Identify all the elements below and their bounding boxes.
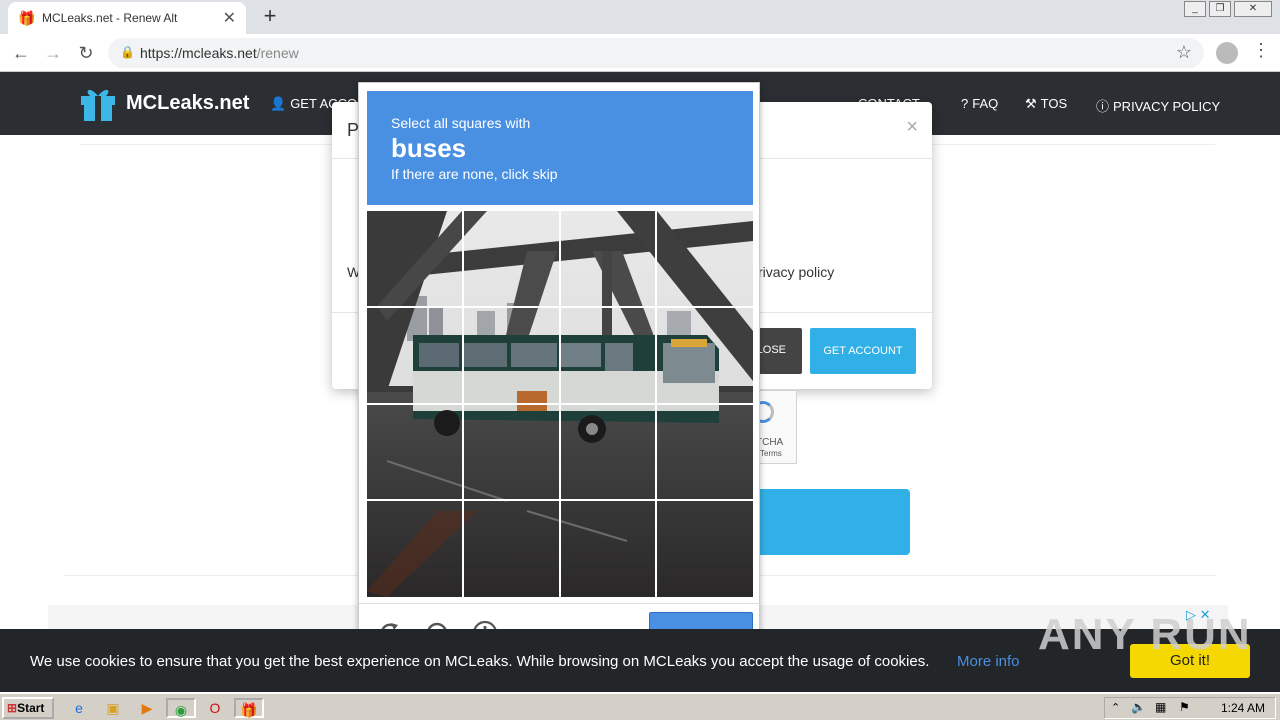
close-tab-icon[interactable]: ✕ — [223, 8, 236, 28]
info-icon: ⓘ — [1096, 99, 1110, 114]
bus-on-bridge-image — [367, 211, 753, 597]
back-icon[interactable]: ← — [10, 42, 32, 64]
folder-icon[interactable]: ▣ — [102, 698, 124, 718]
clock[interactable]: 1:24 AM — [1221, 701, 1265, 715]
gift-icon: 🎁 — [18, 10, 36, 26]
anyrun-watermark: ANY RUN — [1038, 610, 1252, 659]
url-text: https://mcleaks.net/renew — [140, 45, 299, 61]
start-button[interactable]: ⊞Start — [2, 697, 54, 719]
get-account-button[interactable]: GET ACCOUNT — [810, 328, 916, 374]
media-player-icon[interactable]: ▶ — [136, 698, 158, 718]
browser-menu-icon[interactable]: ⋮ — [1252, 40, 1270, 61]
flag-icon[interactable]: ⚑ — [1179, 700, 1190, 714]
challenge-image-grid — [367, 211, 753, 597]
recaptcha-label: TCHA — [756, 437, 784, 448]
gift-logo-icon — [81, 89, 115, 121]
windows-flag-icon: ⊞ — [7, 701, 18, 715]
gavel-icon: ⚒ — [1025, 96, 1037, 111]
modal-close-icon[interactable]: × — [906, 116, 918, 139]
tab-title: MCLeaks.net - Renew Alt — [42, 11, 178, 25]
recaptcha-challenge: Select all squares with buses If there a… — [358, 82, 761, 664]
ad-choices-icon[interactable]: ▷ ✕ — [1186, 607, 1211, 623]
user-plus-icon: 👤 — [270, 96, 287, 111]
question-icon: ? — [961, 96, 969, 111]
forward-icon[interactable]: → — [42, 42, 64, 64]
challenge-hint: If there are none, click skip — [391, 166, 558, 182]
profile-avatar[interactable] — [1216, 42, 1238, 64]
ie-icon[interactable]: e — [68, 698, 90, 718]
close-window-button[interactable]: ✕ — [1234, 1, 1272, 17]
system-tray: ⌃ 🔈 ▦ ⚑ 1:24 AM — [1104, 697, 1276, 719]
windows-taskbar: ⊞Start e ▣ ▶ ◉ O 🎁 ⌃ 🔈 ▦ ⚑ 1:24 AM — [0, 692, 1280, 720]
site-logo-text[interactable]: MCLeaks.net — [126, 92, 249, 115]
minimize-button[interactable]: _ — [1184, 1, 1206, 17]
challenge-header: Select all squares with buses If there a… — [367, 91, 753, 205]
opera-icon[interactable]: O — [204, 698, 226, 718]
challenge-target: buses — [391, 133, 467, 163]
tray-expand-icon[interactable]: ⌃ — [1111, 701, 1120, 714]
network-icon[interactable]: ▦ — [1155, 700, 1166, 714]
renew-button[interactable] — [740, 489, 910, 555]
nav-tos[interactable]: ⚒ TOS — [1025, 96, 1067, 112]
recaptcha-terms-link[interactable]: Terms — [760, 449, 782, 458]
more-info-link[interactable]: More info — [957, 653, 1020, 670]
bookmark-star-icon[interactable]: ☆ — [1176, 42, 1192, 63]
restore-button[interactable]: ❐ — [1209, 1, 1231, 17]
address-bar[interactable]: 🔒 https://mcleaks.net/renew ☆ — [108, 38, 1204, 68]
privacy-policy-text: rivacy policy — [758, 264, 835, 280]
volume-icon[interactable]: 🔈 — [1131, 700, 1146, 714]
chrome-icon[interactable]: ◉ — [166, 698, 196, 718]
lock-icon: 🔒 — [120, 45, 135, 59]
challenge-instruction: Select all squares with — [391, 115, 531, 131]
challenge-footer-divider — [359, 603, 761, 604]
reload-icon[interactable]: ↻ — [75, 42, 97, 64]
nav-faq[interactable]: ? FAQ — [961, 96, 998, 111]
gift-app-icon[interactable]: 🎁 — [234, 698, 264, 718]
cookie-message: We use cookies to ensure that you get th… — [30, 653, 930, 670]
browser-tab[interactable]: 🎁 MCLeaks.net - Renew Alt ✕ — [8, 2, 246, 34]
new-tab-button[interactable]: + — [258, 4, 282, 28]
browser-tab-bar: 🎁 MCLeaks.net - Renew Alt ✕ + _ ❐ ✕ — [0, 0, 1280, 34]
nav-privacy-policy[interactable]: ⓘ PRIVACY POLICY — [1096, 96, 1220, 115]
browser-toolbar: ← → ↻ 🔒 https://mcleaks.net/renew ☆ ⋮ — [0, 34, 1280, 72]
